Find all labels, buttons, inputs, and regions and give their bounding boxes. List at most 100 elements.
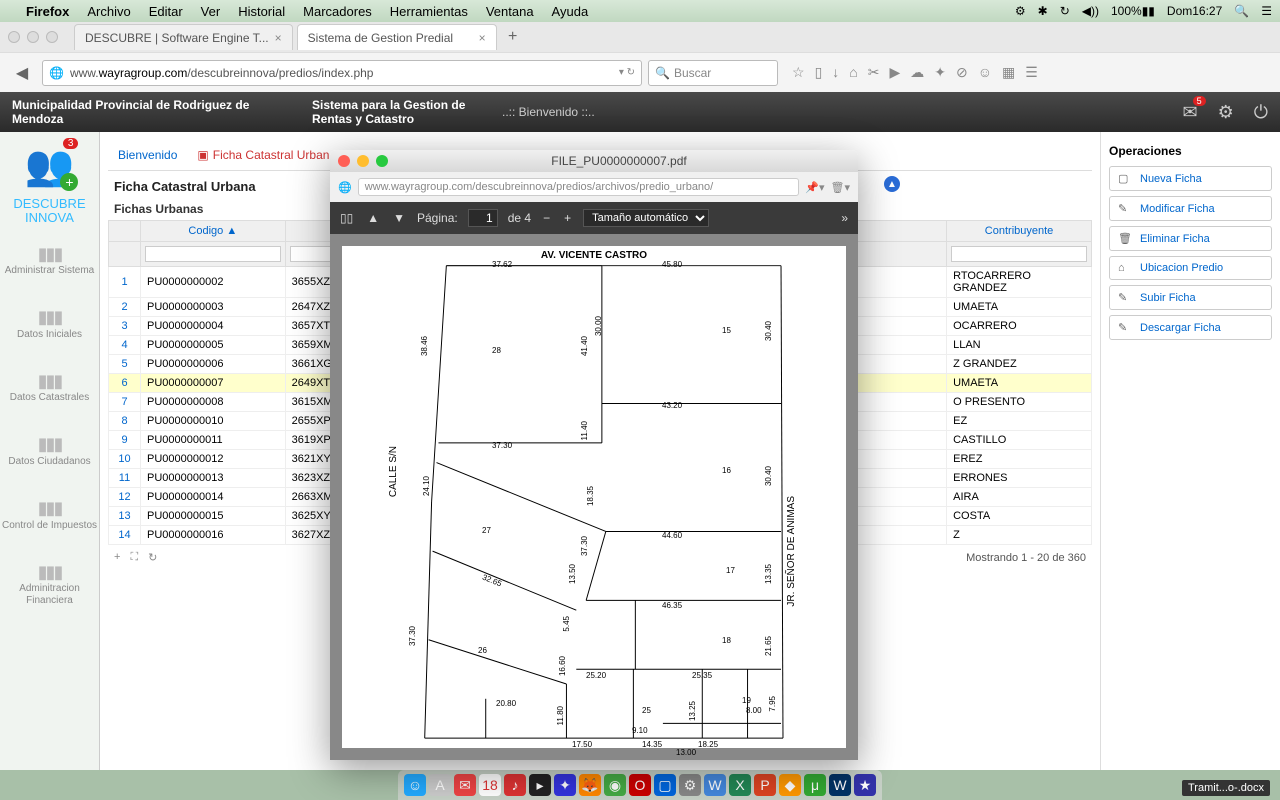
calendar-icon[interactable]: 18 xyxy=(479,774,501,796)
op-modificar-ficha[interactable]: ✎Modificar Ficha xyxy=(1109,196,1272,221)
cut-icon[interactable]: ✂ xyxy=(868,64,880,81)
op-ubicacion-predio[interactable]: ⌂Ubicacion Predio xyxy=(1109,256,1272,280)
volume-icon[interactable]: ◀)) xyxy=(1082,4,1099,18)
next-page-icon[interactable]: ▼ xyxy=(391,211,407,225)
menu-icon[interactable]: ☰ xyxy=(1261,4,1272,18)
app-icon[interactable]: ◆ xyxy=(779,774,801,796)
back-button[interactable]: ◀ xyxy=(8,59,36,87)
zoom-select[interactable]: Tamaño automático xyxy=(583,209,709,227)
zoom-out-icon[interactable]: − xyxy=(541,211,552,225)
menu-icon[interactable]: ☰ xyxy=(1025,64,1038,81)
excel-icon[interactable]: X xyxy=(729,774,751,796)
collapse-button[interactable]: ▲ xyxy=(884,176,900,192)
face-icon[interactable]: ☺ xyxy=(978,64,992,81)
user-avatar[interactable]: 👥 3 + xyxy=(25,142,75,189)
sidebar-item-control-impuestos[interactable]: ▮▮▮Control de Impuestos xyxy=(2,498,97,532)
page-input[interactable] xyxy=(468,209,498,227)
download-icon[interactable]: ↓ xyxy=(832,64,839,81)
sidebar-item-datos-ciudadanos[interactable]: ▮▮▮Datos Ciudadanos xyxy=(8,434,90,468)
pdf-titlebar[interactable]: FILE_PU0000000007.pdf xyxy=(330,150,858,172)
browser-tab-1[interactable]: Sistema de Gestion Predial × xyxy=(297,24,497,50)
itunes-icon[interactable]: ♪ xyxy=(504,774,526,796)
spotlight-icon[interactable]: 🔍 xyxy=(1234,4,1249,18)
expand-icon[interactable]: ⛶ xyxy=(130,551,138,564)
menu-ayuda[interactable]: Ayuda xyxy=(552,4,589,19)
zoom-in-icon[interactable]: + xyxy=(562,211,573,225)
sync-icon[interactable]: ↻ xyxy=(1060,4,1070,18)
safari-icon[interactable]: ✦ xyxy=(554,774,576,796)
bookmark-icon[interactable]: ☆ xyxy=(792,64,805,81)
terminal-icon[interactable]: ▸ xyxy=(529,774,551,796)
sidebar-item-datos-iniciales[interactable]: ▮▮▮Datos Iniciales xyxy=(17,307,82,341)
ppt-icon[interactable]: P xyxy=(754,774,776,796)
wifi-icon[interactable]: ⚙ xyxy=(1015,4,1026,18)
home-icon[interactable]: ⌂ xyxy=(849,64,857,81)
app2-icon[interactable]: W xyxy=(829,774,851,796)
browser-tab-0[interactable]: DESCUBRE | Software Engine T... × xyxy=(74,24,293,50)
power-icon[interactable]: ⏻ xyxy=(1254,102,1268,123)
sidebar-item-admin[interactable]: ▮▮▮Administrar Sistema xyxy=(5,244,94,278)
sidebar-toggle-icon[interactable]: ▯▯ xyxy=(338,211,355,225)
mail-icon[interactable]: ✉5 xyxy=(1183,102,1198,123)
app-menu[interactable]: Firefox xyxy=(26,4,69,19)
menu-ventana[interactable]: Ventana xyxy=(486,4,534,19)
utorrent-icon[interactable]: μ xyxy=(804,774,826,796)
tab-bienvenido[interactable]: Bienvenido xyxy=(116,144,179,166)
add-icon[interactable]: + xyxy=(114,551,120,564)
menu-herramientas[interactable]: Herramientas xyxy=(390,4,468,19)
menu-marcadores[interactable]: Marcadores xyxy=(303,4,372,19)
dropdown-icon[interactable]: ▾ ↻ xyxy=(619,67,635,78)
app3-icon[interactable]: ★ xyxy=(854,774,876,796)
op-eliminar-ficha[interactable]: 🗑Eliminar Ficha xyxy=(1109,226,1272,251)
menu-archivo[interactable]: Archivo xyxy=(87,4,130,19)
firefox-icon[interactable]: 🦊 xyxy=(579,774,601,796)
pdf-url-field[interactable]: www.wayragroup.com/descubreinnova/predio… xyxy=(358,178,800,196)
cloud-icon[interactable]: ☁ xyxy=(910,64,924,81)
clock[interactable]: Dom 16:27 xyxy=(1167,4,1222,18)
word-icon[interactable]: W xyxy=(704,774,726,796)
mail-icon[interactable]: ✉ xyxy=(454,774,476,796)
menu-editar[interactable]: Editar xyxy=(149,4,183,19)
opera-icon[interactable]: O xyxy=(629,774,651,796)
trash-icon[interactable]: 🗑▾ xyxy=(831,181,851,194)
minimized-doc[interactable]: Tramit...o-.docx xyxy=(1182,780,1270,796)
tools-icon[interactable]: » xyxy=(839,211,850,225)
bluetooth-icon[interactable]: ✱ xyxy=(1038,4,1048,18)
new-tab-button[interactable]: + xyxy=(501,25,525,49)
apps-icon[interactable]: ▦ xyxy=(1002,64,1015,81)
vbox-icon[interactable]: ▢ xyxy=(654,774,676,796)
tab-ficha-catastral[interactable]: ▣Ficha Catastral Urban xyxy=(195,144,331,166)
menu-historial[interactable]: Historial xyxy=(238,4,285,19)
block-icon[interactable]: ⊘ xyxy=(956,64,968,81)
col-contribuyente[interactable]: Contribuyente xyxy=(947,221,1092,242)
col-num[interactable] xyxy=(109,221,141,242)
yt-icon[interactable]: ▶ xyxy=(889,64,900,81)
col-codigo[interactable]: Codigo ▲ xyxy=(141,221,286,242)
prev-page-icon[interactable]: ▲ xyxy=(365,211,381,225)
window-controls[interactable] xyxy=(8,31,58,43)
refresh-icon[interactable]: ↻ xyxy=(148,551,157,564)
close-icon[interactable]: × xyxy=(275,31,282,45)
address-bar[interactable]: 🌐 www.wayragroup.com/descubreinnova/pred… xyxy=(42,60,642,86)
menu-ver[interactable]: Ver xyxy=(201,4,221,19)
zoom-icon[interactable] xyxy=(376,155,388,167)
gear-icon[interactable]: ⚙ xyxy=(1218,102,1234,123)
pin-icon[interactable]: 📌▾ xyxy=(805,181,824,194)
addon-icon[interactable]: ✦ xyxy=(934,64,946,81)
battery-status[interactable]: 100% ▮▮ xyxy=(1111,4,1155,18)
pdf-content[interactable]: AV. VICENTE CASTRO xyxy=(330,234,858,760)
op-subir-ficha[interactable]: ✎Subir Ficha xyxy=(1109,285,1272,310)
op-nueva-ficha[interactable]: ▢Nueva Ficha xyxy=(1109,166,1272,191)
op-descargar-ficha[interactable]: ✎Descargar Ficha xyxy=(1109,315,1272,340)
close-icon[interactable]: × xyxy=(479,31,486,45)
finder-icon[interactable]: ☺ xyxy=(404,774,426,796)
sidebar-item-datos-catastrales[interactable]: ▮▮▮Datos Catastrales xyxy=(10,371,89,405)
chrome-icon[interactable]: ◉ xyxy=(604,774,626,796)
appstore-icon[interactable]: A xyxy=(429,774,451,796)
settings-icon[interactable]: ⚙ xyxy=(679,774,701,796)
close-icon[interactable] xyxy=(338,155,350,167)
search-bar[interactable]: 🔍 Buscar xyxy=(648,60,778,86)
filter-codigo[interactable] xyxy=(145,246,281,262)
sidebar-item-admin-financiera[interactable]: ▮▮▮Adminitracion Financiera xyxy=(0,562,99,608)
macos-dock[interactable]: ☺ A ✉ 18 ♪ ▸ ✦ 🦊 ◉ O ▢ ⚙ W X P ◆ μ W ★ xyxy=(398,770,882,800)
